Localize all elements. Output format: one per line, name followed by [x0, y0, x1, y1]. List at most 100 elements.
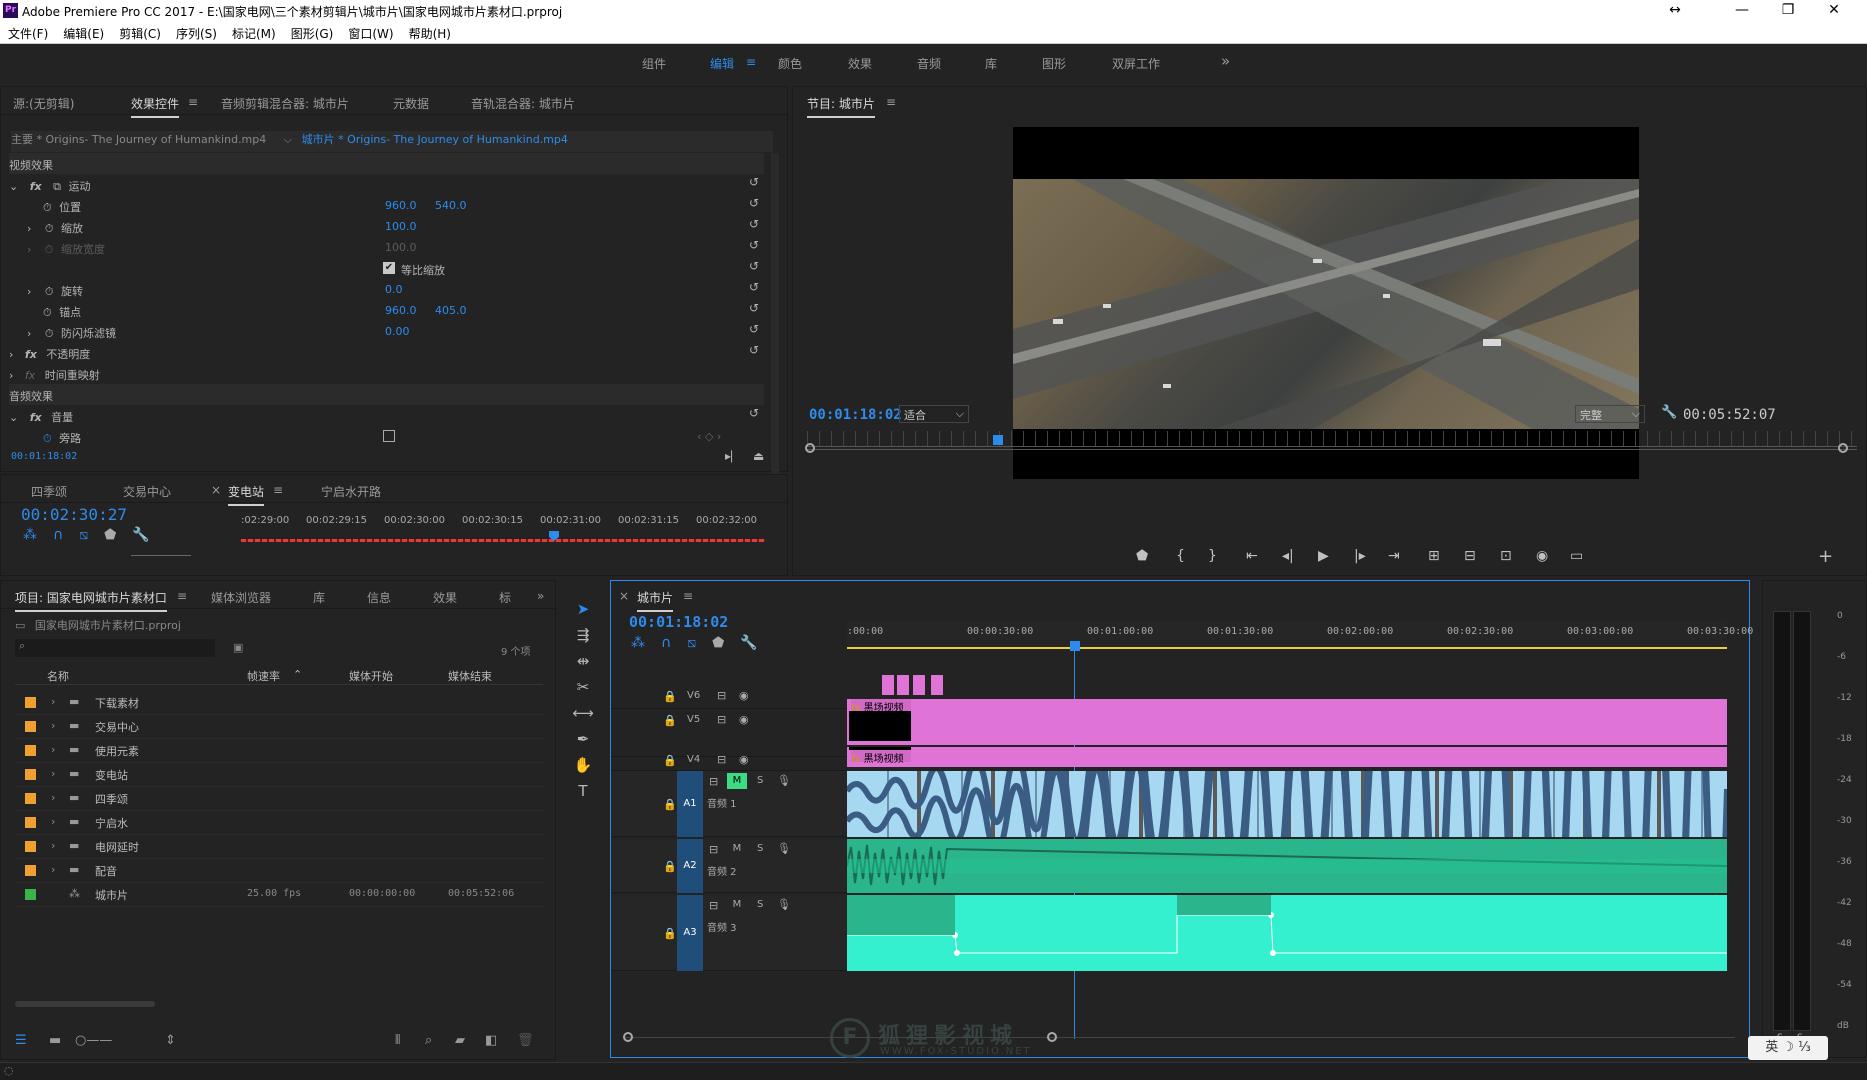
program-timecode[interactable]: 00:01:18:02	[809, 407, 902, 423]
bin-item[interactable]: › ▬ 宁启水	[15, 811, 543, 835]
label-color-swatch[interactable]	[25, 769, 36, 780]
audio-track-header[interactable]: 🔒 A2 ⊟ M S 🎙 音频 2	[611, 839, 847, 893]
new-item-icon[interactable]: ◧	[485, 1033, 497, 1048]
effect-tab-menu-icon[interactable]: ≡	[188, 95, 198, 109]
workspace-dual-screen[interactable]: 双屏工作	[1112, 55, 1160, 72]
tab-info[interactable]: 信息	[367, 589, 391, 606]
sort-icon[interactable]: ⇕	[165, 1033, 176, 1048]
position-y-value[interactable]: 540.0	[435, 199, 467, 212]
rotation-value[interactable]: 0.0	[385, 283, 403, 296]
chevron-down-icon[interactable]: ⌵	[284, 133, 292, 146]
menu-marker[interactable]: 标记(M)	[224, 22, 283, 42]
bin-item[interactable]: › ▬ 四季颂	[15, 787, 543, 811]
restore-button[interactable]: ❐	[1768, 0, 1808, 22]
solo-button[interactable]: S	[757, 775, 763, 786]
expand-icon[interactable]: ›	[51, 695, 55, 708]
mute-button[interactable]: M	[727, 773, 747, 789]
audio-track-header[interactable]: 🔒 A1 ⊟ M S 🎙 音频 1	[611, 771, 847, 837]
zoom-handle-left[interactable]	[805, 443, 815, 453]
tab-project[interactable]: 项目: 国家电网城市片素材口	[15, 589, 167, 612]
track-name[interactable]: A1	[677, 771, 703, 837]
opacity-row[interactable]: › fx 不透明度	[9, 342, 769, 363]
eye-icon[interactable]: ◉	[739, 689, 749, 702]
anchor-x-value[interactable]: 960.0	[385, 304, 417, 317]
timeline-horizontal-scrollbar[interactable]	[625, 1037, 1735, 1038]
bin-item[interactable]: › ▬ 变电站	[15, 763, 543, 787]
workspace-assembly[interactable]: 组件	[642, 55, 666, 72]
lock-icon[interactable]: 🔒	[663, 690, 677, 703]
expand-icon[interactable]: ›	[51, 719, 55, 732]
tab-trading-center[interactable]: 交易中心	[123, 483, 171, 500]
label-color-swatch[interactable]	[25, 721, 36, 732]
effect-timecode[interactable]: 00:01:18:02	[11, 451, 77, 462]
zoom-slider[interactable]: ○——	[75, 1033, 112, 1048]
program-zoom-bar[interactable]	[807, 449, 1857, 450]
microphone-icon[interactable]: 🎙	[777, 898, 791, 911]
workspace-color[interactable]: 颜色	[778, 55, 802, 72]
scroll-handle-left[interactable]	[623, 1032, 633, 1042]
play-button[interactable]: ▶	[1318, 548, 1329, 564]
stopwatch-icon[interactable]: ⏱	[45, 285, 54, 298]
go-to-in-button[interactable]: ⇤	[1246, 548, 1258, 564]
lift-button[interactable]: ⊞	[1428, 548, 1440, 564]
extract-button[interactable]: ⊟	[1464, 548, 1476, 564]
timeline-menu-icon[interactable]: ≡	[683, 589, 693, 603]
label-color-swatch[interactable]	[25, 841, 36, 852]
expand-icon[interactable]: ›	[27, 222, 31, 235]
video-clip[interactable]	[882, 675, 894, 695]
hand-tool-icon[interactable]: ✋	[570, 756, 596, 778]
position-x-value[interactable]: 960.0	[385, 199, 417, 212]
project-search-input[interactable]: ⌕	[15, 639, 215, 657]
button-editor-add[interactable]: +	[1818, 546, 1833, 567]
solo-button[interactable]: S	[757, 899, 763, 910]
scale-value[interactable]: 100.0	[385, 220, 417, 233]
close-button[interactable]: ✕	[1814, 0, 1854, 22]
lock-icon[interactable]: 🔒	[663, 860, 677, 873]
reset-icon[interactable]: ↺	[749, 196, 759, 210]
menu-file[interactable]: 文件(F)	[0, 22, 55, 42]
timeline-timecode[interactable]: 00:01:18:02	[629, 613, 728, 631]
program-time-ruler[interactable]	[807, 431, 1857, 447]
sync-lock-icon[interactable]: ⊟	[709, 899, 718, 912]
audio-track-header[interactable]: 🔒 A3 ⊟ M S 🎙 音频 3	[611, 895, 847, 971]
tab-effects[interactable]: 效果	[433, 589, 457, 606]
sync-lock-icon[interactable]: ⊟	[717, 713, 726, 726]
tab-audio-clip-mixer[interactable]: 音频剪辑混合器: 城市片	[221, 95, 349, 112]
tab-libraries[interactable]: 库	[313, 589, 325, 606]
workspace-libraries[interactable]: 库	[985, 55, 997, 72]
close-icon[interactable]: ×	[211, 483, 221, 497]
clip-area[interactable]: fx 黑场视频 fx 黑场视频	[847, 651, 1727, 1041]
workspace-editing[interactable]: 编辑	[710, 55, 734, 72]
audio-clip-a1[interactable]	[847, 651, 1727, 985]
bin-item[interactable]: › ▬ 下载素材	[15, 691, 543, 715]
label-color-swatch[interactable]	[25, 889, 36, 900]
stopwatch-icon[interactable]: ⏱	[45, 327, 54, 340]
sequence-item[interactable]: ⁂ 城市片 25.00 fps 00:00:00:00 00:05:52:06	[15, 883, 543, 907]
time-remap-row[interactable]: › fx 时间重映射	[9, 363, 769, 384]
menu-help[interactable]: 帮助(H)	[401, 22, 458, 42]
more-tabs-icon[interactable]: »	[537, 589, 544, 603]
tab-menu-icon[interactable]: ≡	[273, 483, 283, 497]
video-clip-black[interactable]: fx 黑场视频	[847, 747, 1727, 767]
label-color-swatch[interactable]	[25, 793, 36, 804]
sync-lock-icon[interactable]: ⊟	[709, 843, 718, 856]
workspace-menu-icon[interactable]: ≡	[746, 55, 756, 69]
lock-icon[interactable]: 🔒	[663, 798, 677, 811]
expand-icon[interactable]: ›	[51, 815, 55, 828]
linked-selection-icon[interactable]: ⧅	[79, 527, 104, 543]
lock-icon[interactable]: 🔒	[663, 927, 677, 940]
video-clip[interactable]	[913, 675, 925, 695]
tab-metadata[interactable]: 元数据	[393, 95, 429, 112]
trash-icon[interactable]: 🗑	[517, 1033, 534, 1048]
audio-clip-a2[interactable]	[847, 839, 1727, 893]
ripple-edit-tool-icon[interactable]: ⇹	[570, 652, 596, 674]
zoom-handle-right[interactable]	[1838, 443, 1848, 453]
lock-icon[interactable]: 🔒	[663, 754, 677, 767]
reset-icon[interactable]: ↺	[749, 406, 759, 420]
project-horizontal-scrollbar[interactable]	[15, 1001, 155, 1007]
export-icon[interactable]: ⏏	[753, 449, 764, 463]
track-name[interactable]: A3	[677, 895, 703, 971]
microphone-icon[interactable]: 🎙	[777, 842, 791, 855]
solo-button[interactable]: S	[757, 843, 763, 854]
icon-view-icon[interactable]: ▬	[49, 1033, 61, 1048]
